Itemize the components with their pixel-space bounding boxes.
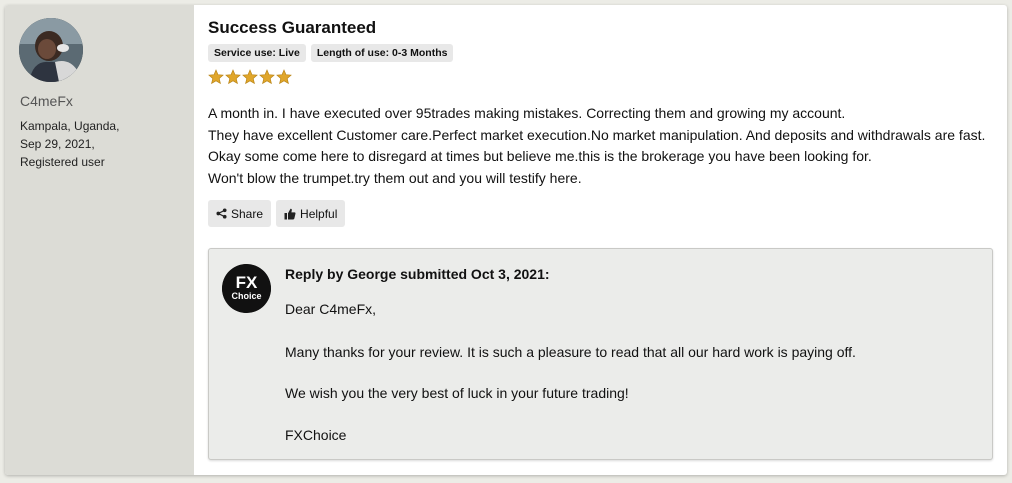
reply-header: Reply by George submitted Oct 3, 2021: [285, 266, 550, 282]
logo-text-top: FX [236, 273, 258, 292]
star-rating [208, 69, 292, 85]
share-button[interactable]: Share [208, 200, 272, 227]
review-body: A month in. I have executed over 95trade… [208, 103, 985, 189]
share-label: Share [231, 206, 264, 221]
reviewer-status: Registered user [20, 155, 105, 169]
reply-paragraph: We wish you the very best of luck in you… [285, 385, 629, 401]
tag-length-of-use: Length of use: 0-3 Months [310, 44, 454, 62]
helpful-button[interactable]: Helpful [276, 200, 346, 227]
review-line: They have excellent Customer care.Perfec… [208, 126, 986, 143]
review-line: Won't blow the trumpet.try them out and … [208, 169, 582, 186]
reviewer-sidebar: C4meFx Kampala, Uganda, Sep 29, 2021, Re… [5, 5, 194, 475]
review-line: Okay some come here to disregard at time… [208, 148, 872, 164]
company-reply: FX Choice Reply by George submitted Oct … [208, 248, 993, 460]
review-date: Sep 29, 2021, [20, 137, 95, 151]
helpful-label: Helpful [300, 206, 338, 221]
review-card: C4meFx Kampala, Uganda, Sep 29, 2021, Re… [5, 5, 1007, 475]
review-actions: Share Helpful [208, 200, 346, 227]
tag-service-use: Service use: Live [208, 44, 306, 62]
star-icon [208, 69, 224, 85]
star-icon [276, 69, 292, 85]
reviewer-username[interactable]: C4meFx [20, 93, 73, 109]
reviewer-location: Kampala, Uganda, [20, 119, 120, 133]
star-icon [242, 69, 258, 85]
review-title: Success Guaranteed [208, 18, 377, 37]
logo-text-bottom: Choice [231, 291, 261, 301]
reply-signature: FXChoice [285, 427, 347, 443]
share-icon [216, 208, 227, 219]
star-icon [259, 69, 275, 85]
star-icon [225, 69, 241, 85]
reply-paragraph: Many thanks for your review. It is such … [285, 344, 856, 360]
thumbs-up-icon [284, 208, 296, 220]
review-line: A month in. I have executed over 95trade… [208, 105, 846, 121]
fxchoice-logo: FX Choice [222, 264, 271, 313]
reply-greeting: Dear C4meFx, [285, 301, 377, 317]
avatar[interactable] [19, 18, 83, 82]
review-tags: Service use: Live Length of use: 0-3 Mon… [208, 44, 454, 62]
review-main: Success Guaranteed Service use: Live Len… [208, 5, 998, 475]
